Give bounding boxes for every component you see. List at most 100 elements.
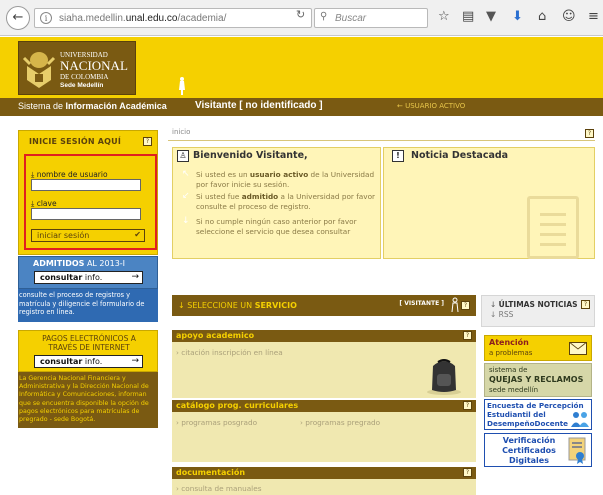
people-icon [571,412,589,427]
certificates-line3: Digitales [508,456,549,465]
news-help-icon[interactable]: ? [581,300,590,309]
welcome-item-bold: usuario activo [249,170,309,179]
service-link[interactable]: › programas posgrado [176,418,257,427]
reload-icon[interactable]: ↻ [296,8,305,21]
payments-description-text: La Gerencia Nacional Financiera y Admini… [19,375,149,424]
search-input[interactable]: ⚲ Buscar [314,8,428,28]
admitted-title-rest: AL 2013-I [84,259,126,268]
attention-link[interactable]: Atención a problemas [484,335,592,361]
welcome-item: Si no cumple ningún caso anterior por fa… [196,217,382,236]
envelope-icon [569,342,587,355]
section-help-icon[interactable]: ? [463,331,472,340]
payments-description: La Gerencia Nacional Financiera y Admini… [18,372,158,428]
url-prefix: siaha.medellin. [59,13,126,24]
reading-list-icon[interactable]: ▤ [462,10,474,24]
seal-icon [22,52,56,88]
home-icon[interactable]: ⌂ [538,10,546,24]
doc-line [540,243,566,246]
welcome-item: Si usted es un usuario activo de la Univ… [196,170,382,189]
admitted-consult-bold: consultar [40,273,83,282]
person-outline-icon [451,297,459,313]
payments-title-line1: PAGOS ELECTRÓNICOS A [42,334,136,343]
statue-icon [179,77,185,95]
welcome-title: Bienvenido Visitante, [193,150,308,161]
news-title-pre: ↓ [490,300,499,309]
active-user-link[interactable]: ← USUARIO ACTIVO [397,102,465,110]
certificates-link[interactable]: Verificación Certificados Digitales [484,433,592,467]
welcome-item-pre: Si usted es un [196,170,250,179]
url-text[interactable]: siaha.medellin.unal.edu.co/academia/ [59,13,226,24]
admitted-title: ADMITIDOS AL 2013-I [33,259,125,268]
service-section-header: catálogo prog. curriculares ? [172,400,476,412]
service-section-header: documentación ? [172,467,476,479]
service-section-title: documentación [176,468,246,477]
navbar: Sistema de Información Académica Visitan… [0,98,603,116]
info-icon[interactable]: i [40,12,52,24]
service-header: ↓ SELECCIONE UN SERVICIO [ VISITANTE ] ? [172,295,476,316]
welcome-item: Si usted fue admitido a la Universidad p… [196,192,382,211]
section-help-icon[interactable]: ? [463,401,472,410]
back-arrow-icon[interactable]: ← [6,6,30,30]
doc-line [540,223,566,226]
news-title[interactable]: ↓ ÚLTIMAS NOTICIAS [490,300,578,309]
payments-consult-button[interactable]: consultar info. → [34,355,143,368]
arrow-upleft-icon: ↖ [182,169,190,179]
arrow-right-icon: → [131,356,139,366]
chat-icon[interactable]: ☺ [562,10,576,24]
doc-line [540,213,566,216]
menu-icon[interactable]: ≡ [588,10,599,24]
section-help-icon[interactable]: ? [463,468,472,477]
logo-line3: DE COLOMBIA [60,73,109,81]
rss-link[interactable]: ↓ RSS [490,310,513,319]
pocket-icon[interactable]: ▼ [486,10,496,24]
breadcrumb[interactable]: inicio [172,128,190,136]
admitted-title-bold: ADMITIDOS [33,259,85,268]
breadcrumb-bar [168,127,595,141]
service-title: ↓ SELECCIONE UN SERVICIO [178,301,297,310]
complaints-line3: sede medellín [489,386,539,394]
arrow-right-icon: → [131,272,139,282]
university-logo[interactable]: UNIVERSIDAD NACIONAL DE COLOMBIA Sede Me… [18,41,136,95]
payments-consult-rest: info. [82,357,103,366]
logo-line4: Sede Medellín [60,82,104,89]
service-link[interactable]: › consulta de manuales [176,484,262,493]
browser-toolbar: ← i siaha.medellin.unal.edu.co/academia/… [0,0,603,36]
survey-line3: DesempeñoDocente [487,419,569,428]
welcome-item-pre: Si no cumple ningún caso anterior por fa… [196,217,357,236]
attention-sub: a problemas [489,349,533,357]
page-help-icon[interactable]: ? [585,129,594,138]
featured-title: Noticia Destacada [411,150,509,161]
service-section: apoyo academico ? › citación inscripción… [172,330,476,398]
welcome-item-bold: admitido [241,192,279,201]
service-section-title: apoyo academico [176,331,255,340]
admitted-description-text: consulte el proceso de registros y matrí… [19,291,145,316]
url-domain: unal.edu.co [125,13,178,24]
download-icon[interactable]: ⬇ [512,10,523,24]
payments-panel: PAGOS ELECTRÓNICOS A TRAVÉS DE INTERNET … [18,330,158,372]
bookmark-star-icon[interactable]: ☆ [438,10,450,24]
service-section: catálogo prog. curriculares ? › programa… [172,400,476,462]
search-placeholder: Buscar [335,13,367,24]
admitted-consult-label: consultar info. [40,273,102,282]
service-section: documentación ? › consulta de manuales [172,467,476,495]
address-bar[interactable]: i siaha.medellin.unal.edu.co/academia/ [34,8,312,28]
login-help-icon[interactable]: ? [143,137,152,146]
survey-line2: Estudiantil del [487,410,546,419]
service-link[interactable]: › citación inscripción en línea [176,348,283,357]
complaints-line2: QUEJAS Y RECLAMOS [489,375,584,384]
arrow-downleft-icon: ↙ [182,191,190,201]
visitor-badge: [ VISITANTE ] [399,300,444,307]
system-prefix: Sistema de [18,101,66,111]
admitted-consult-button[interactable]: consultar info. → [34,271,143,284]
admitted-description: consulte el proceso de registros y matrí… [18,289,158,322]
payments-consult-bold: consultar [40,357,83,366]
service-link[interactable]: › programas pregrado [300,418,380,427]
service-help-icon[interactable]: ? [461,301,470,310]
certificate-icon [568,437,586,464]
arrow-down-icon: ↓ [182,216,190,226]
system-bold: Información Académica [65,101,167,111]
complaints-link[interactable]: sistema de QUEJAS Y RECLAMOS sede medell… [484,363,592,397]
person-icon: ♙ [177,150,189,162]
survey-link[interactable]: Encuesta de Percepción Estudiantil del D… [484,399,592,430]
admitted-consult-rest: info. [82,273,103,282]
